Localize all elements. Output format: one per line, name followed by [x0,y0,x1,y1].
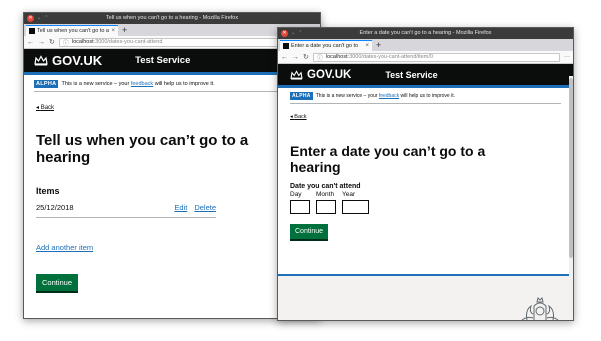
phase-tag: ALPHA [34,80,59,88]
back-link[interactable]: ◂ Back [36,104,54,111]
phase-banner: ALPHA This is a new service – your feedb… [34,80,310,92]
phase-banner: ALPHA This is a new service – your feedb… [290,92,561,104]
window-titlebar[interactable]: ✕ ⌄ ⌃ Tell us when you can't go to a hea… [24,13,320,24]
edit-link[interactable]: Edit [174,203,187,212]
ellipsis-icon[interactable]: ··· [564,54,570,60]
back-link[interactable]: ◂ Back [290,114,307,120]
tab-title: Tell us when you can't go to a [37,28,109,34]
continue-button[interactable]: Continue [290,224,329,240]
info-icon[interactable]: ⓘ [63,39,69,46]
day-input[interactable] [290,200,310,215]
page-title: Tell us when you can’t go to a hearing [36,132,249,167]
header-underline [24,72,320,75]
tab-strip: Tell us when you can't go to a × + [24,24,320,36]
arrow-right-icon[interactable]: → [292,53,299,62]
url-host: localhost [71,39,94,45]
govuk-header: GOV.UK Test Service [24,49,320,75]
delete-link[interactable]: Delete [194,203,216,212]
header-underline [278,85,573,88]
url-path: :3000/dates-you-cant-attend [93,39,163,45]
service-name[interactable]: Test Service [385,70,437,80]
logo-text: GOV.UK [52,53,103,68]
arrow-left-icon[interactable]: ← [27,38,34,47]
day-label: Day [290,191,302,199]
date-item-year: Year [342,191,369,215]
plus-icon[interactable]: + [376,40,381,51]
govuk-footer [278,274,569,320]
page-title: Enter a date you can’t go to a hearing [290,143,486,176]
govuk-header: GOV.UK Test Service [278,64,573,88]
window-titlebar[interactable]: ✕ ⌄ ⌃ Enter a date you can't go to a hea… [278,28,573,39]
tab-close-icon[interactable]: × [111,28,115,34]
arrow-right-icon[interactable]: → [38,38,45,47]
reload-icon[interactable]: ↻ [303,53,309,62]
year-label: Year [342,191,356,199]
phase-text: This is a new service – your feedback wi… [61,81,215,87]
govuk-logo[interactable]: GOV.UK [290,69,351,81]
service-name[interactable]: Test Service [135,55,190,66]
navigation-toolbar: ← → ↻ ⓘ localhost :3000/dates-you-cant-a… [278,51,573,64]
year-input[interactable] [342,200,369,215]
url-bar[interactable]: ⓘ localhost :3000/dates-you-cant-attend [58,37,307,47]
feedback-link[interactable]: feedback [131,81,153,87]
month-input[interactable] [316,200,336,215]
logo-text: GOV.UK [307,68,352,81]
url-host: localhost [325,54,348,60]
phase-text: This is a new service – your feedback wi… [315,93,455,99]
window-title: Enter a date you can't go to a hearing -… [359,30,492,36]
url-bar[interactable]: ⓘ localhost :3000/dates-you-cant-attend/… [312,52,560,62]
browser-window-enter-date: ✕ ⌄ ⌃ Enter a date you can't go to a hea… [277,27,574,321]
crown-icon [290,69,303,80]
url-path: :3000/dates-you-cant-attend/item/0 [347,54,433,60]
crown-icon [34,55,48,66]
phase-tag: ALPHA [290,92,313,100]
favicon-icon [283,43,289,49]
govuk-logo[interactable]: GOV.UK [34,53,102,68]
royal-arms-icon [521,297,559,320]
date-input-group: Day Month Year [290,191,573,215]
tab-strip: Enter a date you can't go to × + [278,39,573,51]
info-icon[interactable]: ⓘ [317,54,323,61]
arrow-left-icon[interactable]: ← [281,53,288,62]
tab-close-icon[interactable]: × [365,43,369,49]
list-item: 25/12/2018 Edit Delete [36,203,216,218]
item-date: 25/12/2018 [36,202,74,212]
month-label: Month [316,191,335,199]
feedback-link[interactable]: feedback [379,93,399,99]
date-item-day: Day [290,191,310,215]
navigation-toolbar: ← → ↻ ⓘ localhost :3000/dates-you-cant-a… [24,36,320,49]
favicon-icon [29,28,35,34]
reload-icon[interactable]: ↻ [49,38,55,47]
scrollbar-thumb[interactable] [569,78,573,258]
plus-icon[interactable]: + [122,25,127,36]
browser-tab[interactable]: Enter a date you can't go to × [280,40,372,51]
date-item-month: Month [316,191,336,215]
window-title: Tell us when you can't go to a hearing -… [105,15,239,21]
tab-title: Enter a date you can't go to [291,43,359,49]
date-fieldset-legend: Date you can't attend [290,183,361,191]
browser-tab[interactable]: Tell us when you can't go to a × [26,25,118,36]
continue-button[interactable]: Continue [36,273,79,291]
